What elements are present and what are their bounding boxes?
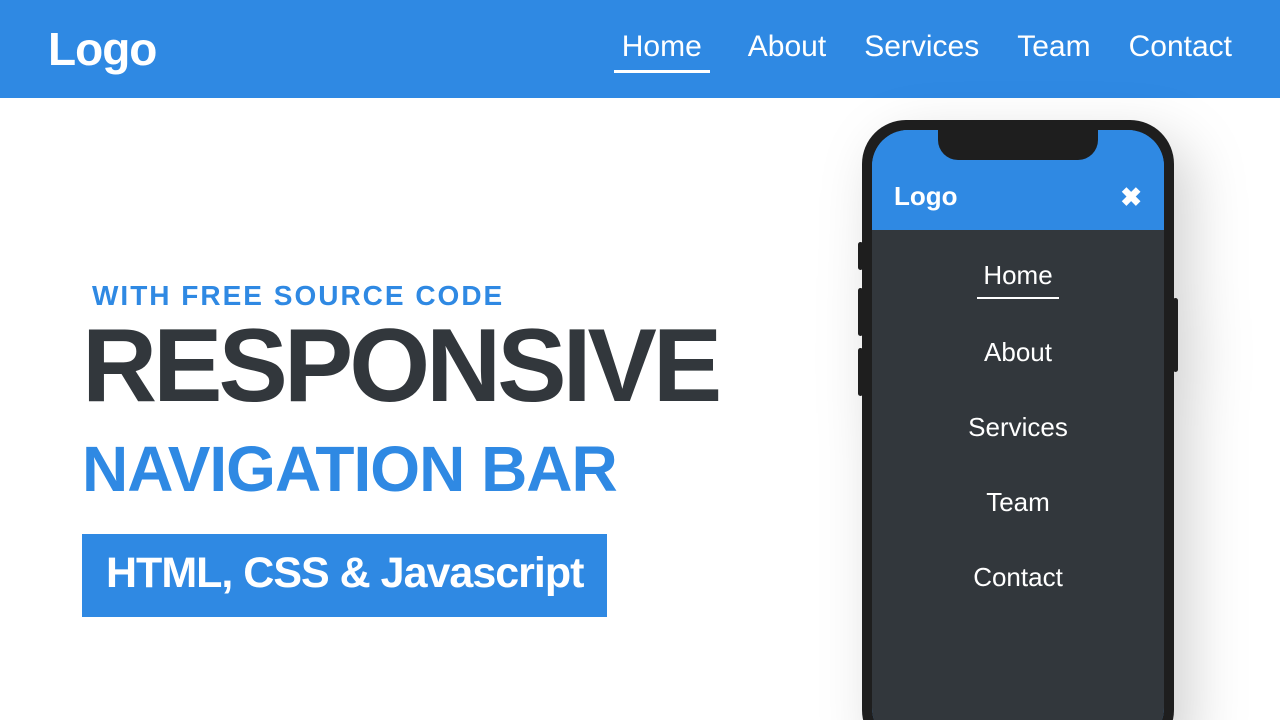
site-logo[interactable]: Logo	[48, 22, 156, 76]
phone-mockup: Logo ✖ Home About Services Team Contact	[862, 120, 1174, 720]
mobile-link-contact[interactable]: Contact	[973, 560, 1063, 599]
mobile-menu: Home About Services Team Contact	[872, 230, 1164, 720]
mobile-link-services[interactable]: Services	[968, 410, 1068, 449]
phone-screen: Logo ✖ Home About Services Team Contact	[872, 130, 1164, 720]
desktop-navbar: Logo Home About Services Team Contact	[0, 0, 1280, 98]
nav-links: Home About Services Team Contact	[614, 26, 1232, 73]
phone-side-button	[858, 288, 863, 336]
nav-link-team[interactable]: Team	[1017, 26, 1090, 73]
mobile-link-home[interactable]: Home	[977, 258, 1058, 299]
phone-body: Logo ✖ Home About Services Team Contact	[862, 120, 1174, 720]
mobile-logo[interactable]: Logo	[894, 181, 958, 212]
nav-link-services[interactable]: Services	[864, 26, 979, 73]
phone-side-button	[858, 348, 863, 396]
hero-section: WITH FREE SOURCE CODE RESPONSIVE NAVIGAT…	[82, 280, 782, 617]
phone-side-button	[1173, 298, 1178, 372]
nav-link-contact[interactable]: Contact	[1129, 26, 1232, 73]
phone-notch	[938, 130, 1098, 160]
mobile-link-team[interactable]: Team	[986, 485, 1050, 524]
hero-subheadline: NAVIGATION BAR	[82, 432, 782, 506]
phone-side-button	[858, 242, 863, 270]
nav-link-about[interactable]: About	[748, 26, 826, 73]
hero-headline: RESPONSIVE	[82, 320, 782, 414]
mobile-link-about[interactable]: About	[984, 335, 1052, 374]
hero-tech-badge: HTML, CSS & Javascript	[82, 534, 607, 617]
nav-link-home[interactable]: Home	[614, 26, 710, 73]
close-icon[interactable]: ✖	[1120, 184, 1142, 212]
